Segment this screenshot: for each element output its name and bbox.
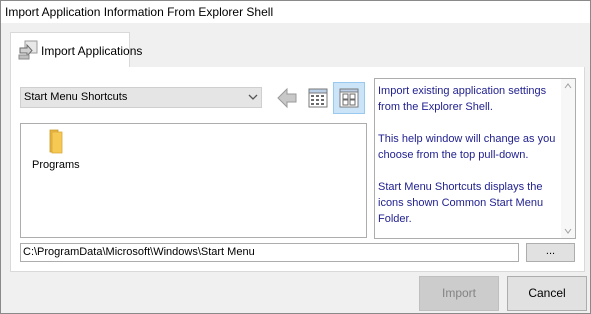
scroll-up-icon[interactable]	[564, 83, 572, 89]
tab-import-applications[interactable]: Import Applications	[10, 32, 142, 68]
help-text: Import existing application settings fro…	[378, 83, 558, 243]
import-arrow-icon	[18, 40, 38, 60]
help-panel: Import existing application settings fro…	[374, 78, 576, 239]
title-bar[interactable]: Import Application Information From Expl…	[1, 1, 590, 23]
tab-label: Import Applications	[41, 44, 143, 58]
help-paragraph: Start Menu Shortcuts displays the icons …	[378, 181, 544, 225]
shortcut-list[interactable]: Programs	[20, 123, 367, 238]
details-view-icon	[308, 88, 328, 108]
browse-button[interactable]: ...	[526, 243, 575, 262]
dropdown-value: Start Menu Shortcuts	[24, 91, 128, 103]
back-arrow-icon	[277, 87, 297, 109]
path-value: C:\ProgramData\Microsoft\Windows\Start M…	[23, 246, 255, 258]
help-scrollbar[interactable]	[561, 79, 575, 238]
chevron-down-icon	[248, 94, 258, 100]
import-dialog-window: Import Application Information From Expl…	[0, 0, 591, 314]
source-dropdown[interactable]: Start Menu Shortcuts	[20, 87, 262, 108]
path-field[interactable]: C:\ProgramData\Microsoft\Windows\Start M…	[20, 243, 519, 262]
icons-view-icon	[339, 88, 359, 108]
back-button[interactable]	[272, 82, 304, 114]
list-item-label: Programs	[32, 159, 80, 171]
help-paragraph: This help window will change as you choo…	[378, 133, 556, 161]
scroll-down-icon[interactable]	[564, 228, 572, 234]
details-view-button[interactable]	[302, 82, 334, 114]
list-item[interactable]: Programs	[29, 127, 80, 175]
folder-icon	[49, 129, 63, 154]
window-title: Import Application Information From Expl…	[5, 5, 274, 19]
help-paragraph: Import existing application settings fro…	[378, 85, 547, 113]
icons-view-button[interactable]	[333, 82, 365, 114]
import-button[interactable]: Import	[419, 276, 499, 311]
cancel-button[interactable]: Cancel	[507, 276, 587, 311]
